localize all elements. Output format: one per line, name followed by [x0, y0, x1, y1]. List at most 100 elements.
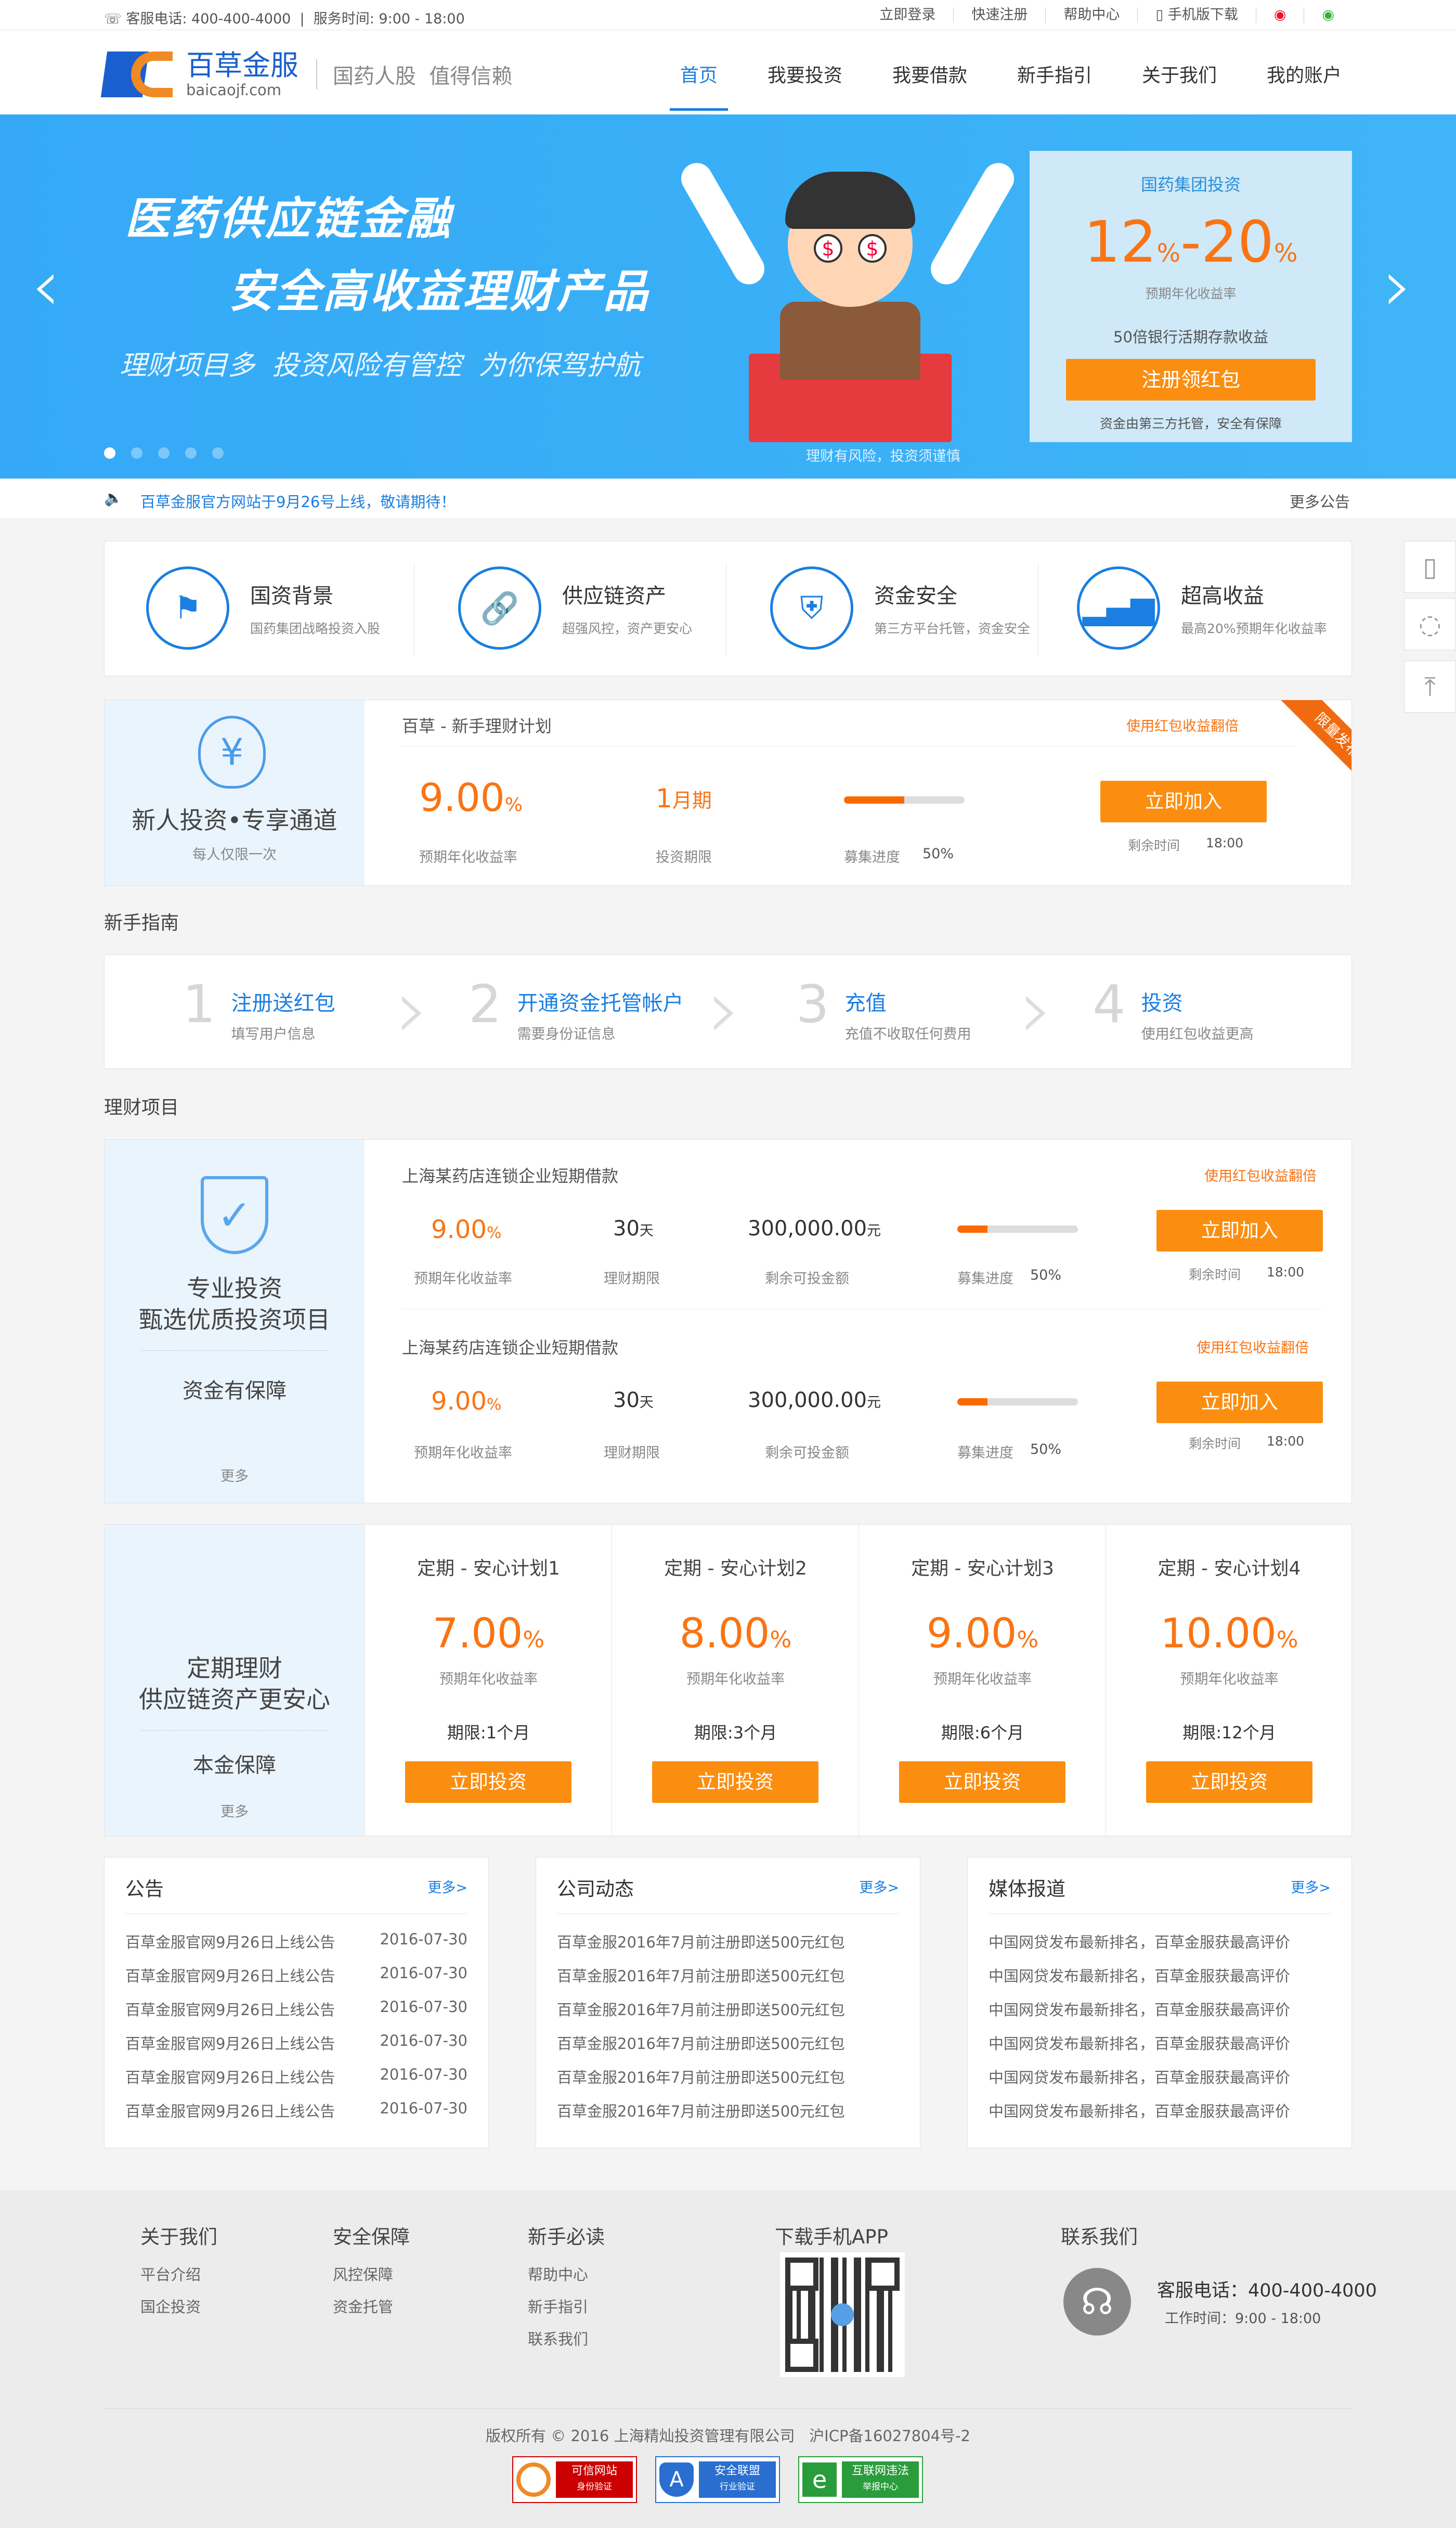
more-notices-link[interactable]: 更多公告	[1290, 490, 1350, 512]
plan-name: 定期 - 安心计划4	[1158, 1558, 1301, 1579]
footer-link[interactable]: 帮助中心	[528, 2263, 605, 2285]
footer-link[interactable]: 新手指引	[528, 2295, 605, 2317]
chevron-right-icon: ›	[708, 960, 741, 1057]
fixed-more-link[interactable]: 更多	[105, 1800, 365, 1821]
list-item[interactable]: 中国网贷发布最新排名，百草金服获最高评价	[989, 2032, 1331, 2054]
guide-step[interactable]: 2 开通资金托管帐户 需要身份证信息	[469, 976, 684, 1043]
project-amount-label: 剩余可投金额	[765, 1271, 849, 1287]
security-alliance-badge[interactable]: A 安全联盟 行业验证	[655, 2456, 780, 2503]
logo-slogan: 国药人股 值得信赖	[316, 59, 512, 89]
list-item[interactable]: 百草金服2016年7月前注册即送500元红包	[557, 2099, 899, 2121]
footer-link[interactable]: 联系我们	[528, 2327, 605, 2349]
guide-heading: 新手指南	[104, 912, 179, 934]
next-arrow-icon[interactable]: ›	[1383, 250, 1412, 323]
footer-link[interactable]: 资金托管	[333, 2295, 410, 2317]
feature-desc: 国药集团战略投资入股	[250, 621, 381, 636]
project-amount: 300,000.00元	[748, 1388, 881, 1412]
footer-link[interactable]: 平台介绍	[140, 2263, 217, 2285]
promo-rate: 12%-20%	[1084, 209, 1298, 275]
news-more-link[interactable]: 更多>	[1291, 1876, 1331, 1897]
wechat-icon[interactable]: ◉	[1304, 7, 1352, 23]
nav-about[interactable]: 关于我们	[1132, 60, 1227, 111]
logo[interactable]: 百草金服 baicaojf.com 国药人股 值得信赖	[100, 48, 512, 100]
logo-name: 百草金服	[186, 49, 298, 82]
footer-link[interactable]: 国企投资	[140, 2295, 217, 2317]
shield-lock-icon: ⛨	[770, 566, 853, 650]
plan-invest-button[interactable]: 立即投资	[1146, 1761, 1312, 1803]
plan-rate-label: 预期年化收益率	[439, 1671, 538, 1687]
guide-step[interactable]: 1 注册送红包 填写用户信息	[183, 976, 335, 1043]
logo-mark-icon	[100, 48, 177, 100]
carousel-dot[interactable]	[212, 447, 224, 459]
nav-guide[interactable]: 新手指引	[1007, 60, 1102, 111]
project-join-button[interactable]: 立即加入	[1156, 1210, 1323, 1252]
newbie-rate: 9.00%	[419, 776, 523, 820]
header: 百草金服 baicaojf.com 国药人股 值得信赖 首页 我要投资 我要借款…	[0, 30, 1456, 114]
help-link[interactable]: 帮助中心	[1045, 7, 1137, 23]
headset-icon: ☊	[1063, 2268, 1131, 2336]
plan-invest-button[interactable]: 立即投资	[405, 1761, 571, 1803]
plan-invest-button[interactable]: 立即投资	[899, 1761, 1065, 1803]
footer-link[interactable]: 风控保障	[333, 2263, 410, 2285]
prev-arrow-icon[interactable]: ‹	[31, 250, 60, 323]
list-item[interactable]: 中国网贷发布最新排名，百草金服获最高评价	[989, 2099, 1331, 2121]
register-redpacket-button[interactable]: 注册领红包	[1066, 359, 1316, 401]
list-item[interactable]: 百草金服官网9月26日上线公告 2016-07-30	[125, 2099, 467, 2121]
nav-invest[interactable]: 我要投资	[757, 60, 853, 111]
feature-fund-safety: ⛨ 资金安全 第三方平台托管，资金安全	[770, 566, 1030, 650]
guide-step[interactable]: 3 充值 充值不收取任何费用	[796, 976, 971, 1043]
list-item[interactable]: 百草金服2016年7月前注册即送500元红包	[557, 1964, 899, 1986]
list-item[interactable]: 百草金服2016年7月前注册即送500元红包	[557, 2066, 899, 2087]
list-item[interactable]: 百草金服官网9月26日上线公告 2016-07-30	[125, 1930, 467, 1952]
back-to-top-icon[interactable]: ⤒	[1404, 661, 1456, 713]
feature-title: 资金安全	[874, 584, 957, 608]
banner-title-2: 安全高收益理财产品	[229, 266, 650, 318]
list-item[interactable]: 百草金服2016年7月前注册即送500元红包	[557, 2032, 899, 2054]
list-item[interactable]: 百草金服2016年7月前注册即送500元红包	[557, 1930, 899, 1952]
project-tip: 使用红包收益翻倍	[1204, 1168, 1317, 1184]
project-name[interactable]: 上海某药店连锁企业短期借款	[402, 1163, 618, 1187]
list-item[interactable]: 中国网贷发布最新排名，百草金服获最高评价	[989, 1930, 1331, 1952]
project-progress-label: 募集进度	[957, 1445, 1013, 1461]
feature-title: 国资背景	[250, 584, 333, 608]
list-item[interactable]: 中国网贷发布最新排名，百草金服获最高评价	[989, 1964, 1331, 1986]
app-qr-code[interactable]	[780, 2252, 905, 2377]
speaker-icon: 🔈	[104, 489, 123, 507]
register-link[interactable]: 快速注册	[953, 7, 1045, 23]
project-progress-value: 50%	[1030, 1441, 1062, 1458]
mobile-download-link[interactable]: ▯ 手机版下载	[1137, 7, 1255, 23]
plan-term: 期限:6个月	[941, 1723, 1024, 1743]
nav-borrow[interactable]: 我要借款	[882, 60, 978, 111]
weibo-icon[interactable]: ◉	[1255, 7, 1304, 23]
carousel-dot[interactable]	[158, 447, 170, 459]
list-item[interactable]: 中国网贷发布最新排名，百草金服获最高评价	[989, 1998, 1331, 2020]
projects-more-link[interactable]: 更多	[105, 1465, 365, 1485]
newbie-box: ¥ 新人投资•专享通道 每人仅限一次 百草 - 新手理财计划 使用红包收益翻倍 …	[104, 700, 1352, 886]
mobile-float-icon[interactable]: ▯	[1404, 541, 1456, 593]
projects-side-t3: 资金有保障	[183, 1379, 287, 1403]
news-more-link[interactable]: 更多>	[427, 1876, 467, 1897]
news-more-link[interactable]: 更多>	[859, 1876, 899, 1897]
project-join-button[interactable]: 立即加入	[1156, 1382, 1323, 1423]
list-item[interactable]: 百草金服官网9月26日上线公告 2016-07-30	[125, 1998, 467, 2020]
carousel-dot[interactable]	[185, 447, 197, 459]
list-item[interactable]: 百草金服官网9月26日上线公告 2016-07-30	[125, 1964, 467, 1986]
project-name[interactable]: 上海某药店连锁企业短期借款	[402, 1335, 618, 1359]
illegal-report-badge[interactable]: e 互联网违法 举报中心	[798, 2456, 923, 2503]
customer-service-float-icon[interactable]: ◌	[1404, 598, 1456, 650]
nav-home[interactable]: 首页	[669, 60, 728, 111]
trusted-site-badge[interactable]: 可信网站 身份验证	[512, 2456, 637, 2503]
features-box: ⚑ 国资背景 国药集团战略投资入股 🔗 供应链资产 超强风控，资产更安心 ⛨ 资金安…	[104, 541, 1352, 676]
plan-invest-button[interactable]: 立即投资	[652, 1761, 818, 1803]
login-link[interactable]: 立即登录	[862, 7, 953, 23]
notice-text[interactable]: 百草金服官方网站于9月26号上线，敬请期待！	[140, 490, 456, 512]
list-item[interactable]: 百草金服官网9月26日上线公告 2016-07-30	[125, 2032, 467, 2054]
list-item[interactable]: 百草金服2016年7月前注册即送500元红包	[557, 1998, 899, 2020]
carousel-dot[interactable]	[104, 447, 115, 459]
nav-account[interactable]: 我的账户	[1256, 60, 1352, 111]
list-item[interactable]: 百草金服官网9月26日上线公告 2016-07-30	[125, 2066, 467, 2087]
list-item[interactable]: 中国网贷发布最新排名，百草金服获最高评价	[989, 2066, 1331, 2087]
carousel-dot[interactable]	[131, 447, 142, 459]
newbie-join-button[interactable]: 立即加入	[1100, 781, 1267, 822]
guide-step[interactable]: 4 投资 使用红包收益更高	[1093, 976, 1254, 1043]
